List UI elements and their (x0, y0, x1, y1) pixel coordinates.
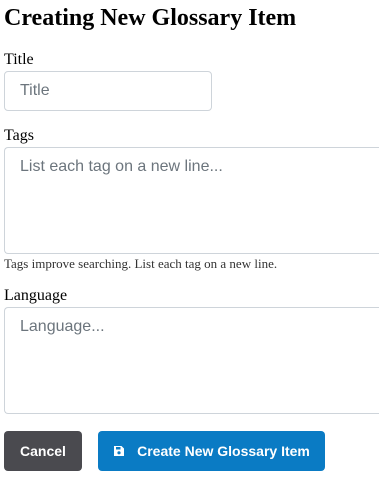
language-textarea[interactable] (4, 307, 379, 414)
create-glossary-item-button[interactable]: Create New Glossary Item (98, 431, 325, 471)
tags-help-text: Tags improve searching. List each tag on… (4, 256, 278, 271)
tags-textarea[interactable] (4, 147, 379, 254)
page-title: Creating New Glossary Item (4, 5, 297, 31)
language-label: Language (4, 287, 68, 304)
create-button-label: Create New Glossary Item (137, 443, 310, 459)
cancel-button[interactable]: Cancel (4, 431, 82, 471)
save-icon (113, 445, 125, 457)
cancel-button-label: Cancel (20, 443, 66, 459)
title-label: Title (4, 51, 34, 68)
tags-label: Tags (4, 127, 34, 144)
title-input[interactable] (4, 71, 212, 111)
